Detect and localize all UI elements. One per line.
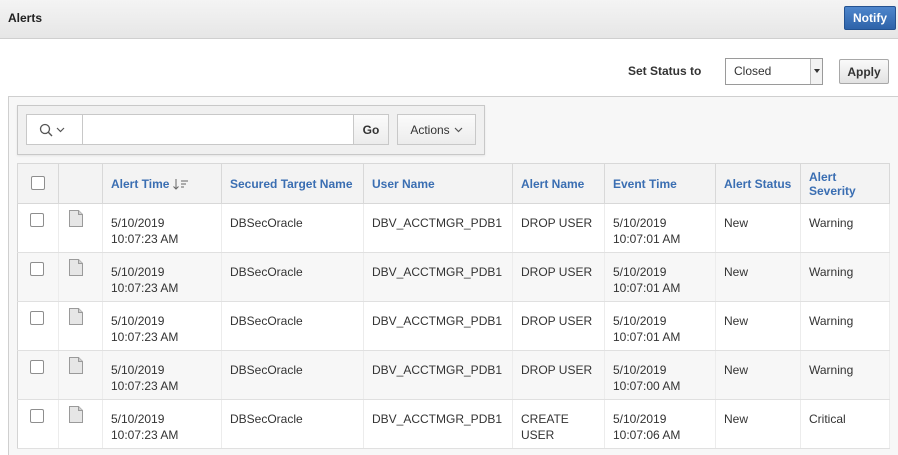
select-all-header bbox=[17, 163, 59, 204]
alert-time-cell: 5/10/2019 10:07:23 AM bbox=[102, 252, 222, 302]
row-select-cell bbox=[17, 252, 59, 302]
column-header-alert-status[interactable]: Alert Status bbox=[715, 163, 801, 204]
sort-descending-icon bbox=[173, 178, 189, 190]
notify-button[interactable]: Notify bbox=[844, 6, 896, 30]
alert-status-cell: New bbox=[715, 301, 801, 351]
event-time-cell: 5/10/2019 10:07:01 AM bbox=[604, 301, 716, 351]
row-detail-cell bbox=[58, 252, 103, 302]
row-select-cell bbox=[17, 301, 59, 351]
alerts-table: Alert Time Secured Target Name User Name… bbox=[17, 163, 890, 449]
column-header-user-name[interactable]: User Name bbox=[363, 163, 513, 204]
document-icon[interactable] bbox=[69, 308, 83, 325]
secured-target-cell: DBSecOracle bbox=[221, 301, 364, 351]
status-select[interactable]: Closed bbox=[725, 58, 823, 85]
user-name-cell: DBV_ACCTMGR_PDB1 bbox=[363, 350, 513, 400]
row-select-cell bbox=[17, 399, 59, 449]
document-icon[interactable] bbox=[69, 259, 83, 276]
alert-severity-cell: Warning bbox=[800, 203, 890, 253]
secured-target-cell: DBSecOracle bbox=[221, 252, 364, 302]
alert-name-cell: CREATE USER bbox=[512, 399, 605, 449]
alert-name-cell: DROP USER bbox=[512, 203, 605, 253]
row-detail-cell bbox=[58, 350, 103, 400]
actions-label: Actions bbox=[410, 122, 450, 137]
alert-severity-cell: Critical bbox=[800, 399, 890, 449]
row-select-cell bbox=[17, 203, 59, 253]
icon-column-header bbox=[58, 163, 103, 204]
table-row: 5/10/2019 10:07:23 AM DBSecOracle DBV_ACC… bbox=[17, 399, 890, 449]
event-time-cell: 5/10/2019 10:07:01 AM bbox=[604, 252, 716, 302]
status-select-value: Closed bbox=[734, 64, 772, 78]
alert-status-cell: New bbox=[715, 203, 801, 253]
column-header-alert-time[interactable]: Alert Time bbox=[102, 163, 222, 204]
actions-menu-button[interactable]: Actions bbox=[397, 114, 476, 145]
alert-time-cell: 5/10/2019 10:07:23 AM bbox=[102, 399, 222, 449]
report-toolbar: Go Actions bbox=[17, 105, 485, 155]
search-icon bbox=[39, 123, 65, 137]
select-all-checkbox[interactable] bbox=[31, 175, 45, 190]
row-detail-cell bbox=[58, 301, 103, 351]
row-checkbox[interactable] bbox=[30, 311, 44, 325]
row-detail-cell bbox=[58, 203, 103, 253]
column-header-event-time[interactable]: Event Time bbox=[604, 163, 716, 204]
alert-time-cell: 5/10/2019 10:07:23 AM bbox=[102, 203, 222, 253]
column-header-alert-severity[interactable]: Alert Severity bbox=[800, 163, 890, 204]
apply-button[interactable]: Apply bbox=[839, 59, 889, 84]
region-header: Alerts Notify bbox=[0, 0, 898, 39]
go-button[interactable]: Go bbox=[353, 114, 389, 145]
column-header-secured-target[interactable]: Secured Target Name bbox=[221, 163, 364, 204]
row-checkbox[interactable] bbox=[30, 409, 44, 423]
dropdown-arrow-icon bbox=[810, 59, 822, 84]
alert-time-cell: 5/10/2019 10:07:23 AM bbox=[102, 350, 222, 400]
alert-status-cell: New bbox=[715, 252, 801, 302]
document-icon[interactable] bbox=[69, 357, 83, 374]
page-title: Alerts bbox=[8, 11, 43, 25]
alert-status-cell: New bbox=[715, 350, 801, 400]
alert-severity-cell: Warning bbox=[800, 252, 890, 302]
user-name-cell: DBV_ACCTMGR_PDB1 bbox=[363, 252, 513, 302]
event-time-cell: 5/10/2019 10:07:01 AM bbox=[604, 203, 716, 253]
search-column-menu[interactable] bbox=[26, 114, 82, 145]
alert-status-cell: New bbox=[715, 399, 801, 449]
table-row: 5/10/2019 10:07:23 AM DBSecOracle DBV_ACC… bbox=[17, 301, 890, 351]
secured-target-cell: DBSecOracle bbox=[221, 350, 364, 400]
secured-target-cell: DBSecOracle bbox=[221, 203, 364, 253]
set-status-label: Set Status to bbox=[628, 64, 702, 78]
document-icon[interactable] bbox=[69, 406, 83, 423]
row-select-cell bbox=[17, 350, 59, 400]
row-checkbox[interactable] bbox=[30, 262, 44, 276]
event-time-cell: 5/10/2019 10:07:00 AM bbox=[604, 350, 716, 400]
row-detail-cell bbox=[58, 399, 103, 449]
chevron-down-icon bbox=[454, 127, 463, 132]
table-row: 5/10/2019 10:07:23 AM DBSecOracle DBV_ACC… bbox=[17, 350, 890, 400]
alert-name-cell: DROP USER bbox=[512, 301, 605, 351]
secured-target-cell: DBSecOracle bbox=[221, 399, 364, 449]
alert-severity-cell: Warning bbox=[800, 301, 890, 351]
alert-name-cell: DROP USER bbox=[512, 252, 605, 302]
user-name-cell: DBV_ACCTMGR_PDB1 bbox=[363, 399, 513, 449]
event-time-cell: 5/10/2019 10:07:06 AM bbox=[604, 399, 716, 449]
alert-time-cell: 5/10/2019 10:07:23 AM bbox=[102, 301, 222, 351]
alert-severity-cell: Warning bbox=[800, 350, 890, 400]
alert-name-cell: DROP USER bbox=[512, 350, 605, 400]
search-input[interactable] bbox=[82, 114, 354, 145]
table-row: 5/10/2019 10:07:23 AM DBSecOracle DBV_ACC… bbox=[17, 252, 890, 302]
row-checkbox[interactable] bbox=[30, 360, 44, 374]
document-icon[interactable] bbox=[69, 210, 83, 227]
table-row: 5/10/2019 10:07:23 AM DBSecOracle DBV_ACC… bbox=[17, 203, 890, 253]
column-header-alert-name[interactable]: Alert Name bbox=[512, 163, 605, 204]
user-name-cell: DBV_ACCTMGR_PDB1 bbox=[363, 203, 513, 253]
row-checkbox[interactable] bbox=[30, 213, 44, 227]
user-name-cell: DBV_ACCTMGR_PDB1 bbox=[363, 301, 513, 351]
table-header-row: Alert Time Secured Target Name User Name… bbox=[17, 163, 890, 204]
